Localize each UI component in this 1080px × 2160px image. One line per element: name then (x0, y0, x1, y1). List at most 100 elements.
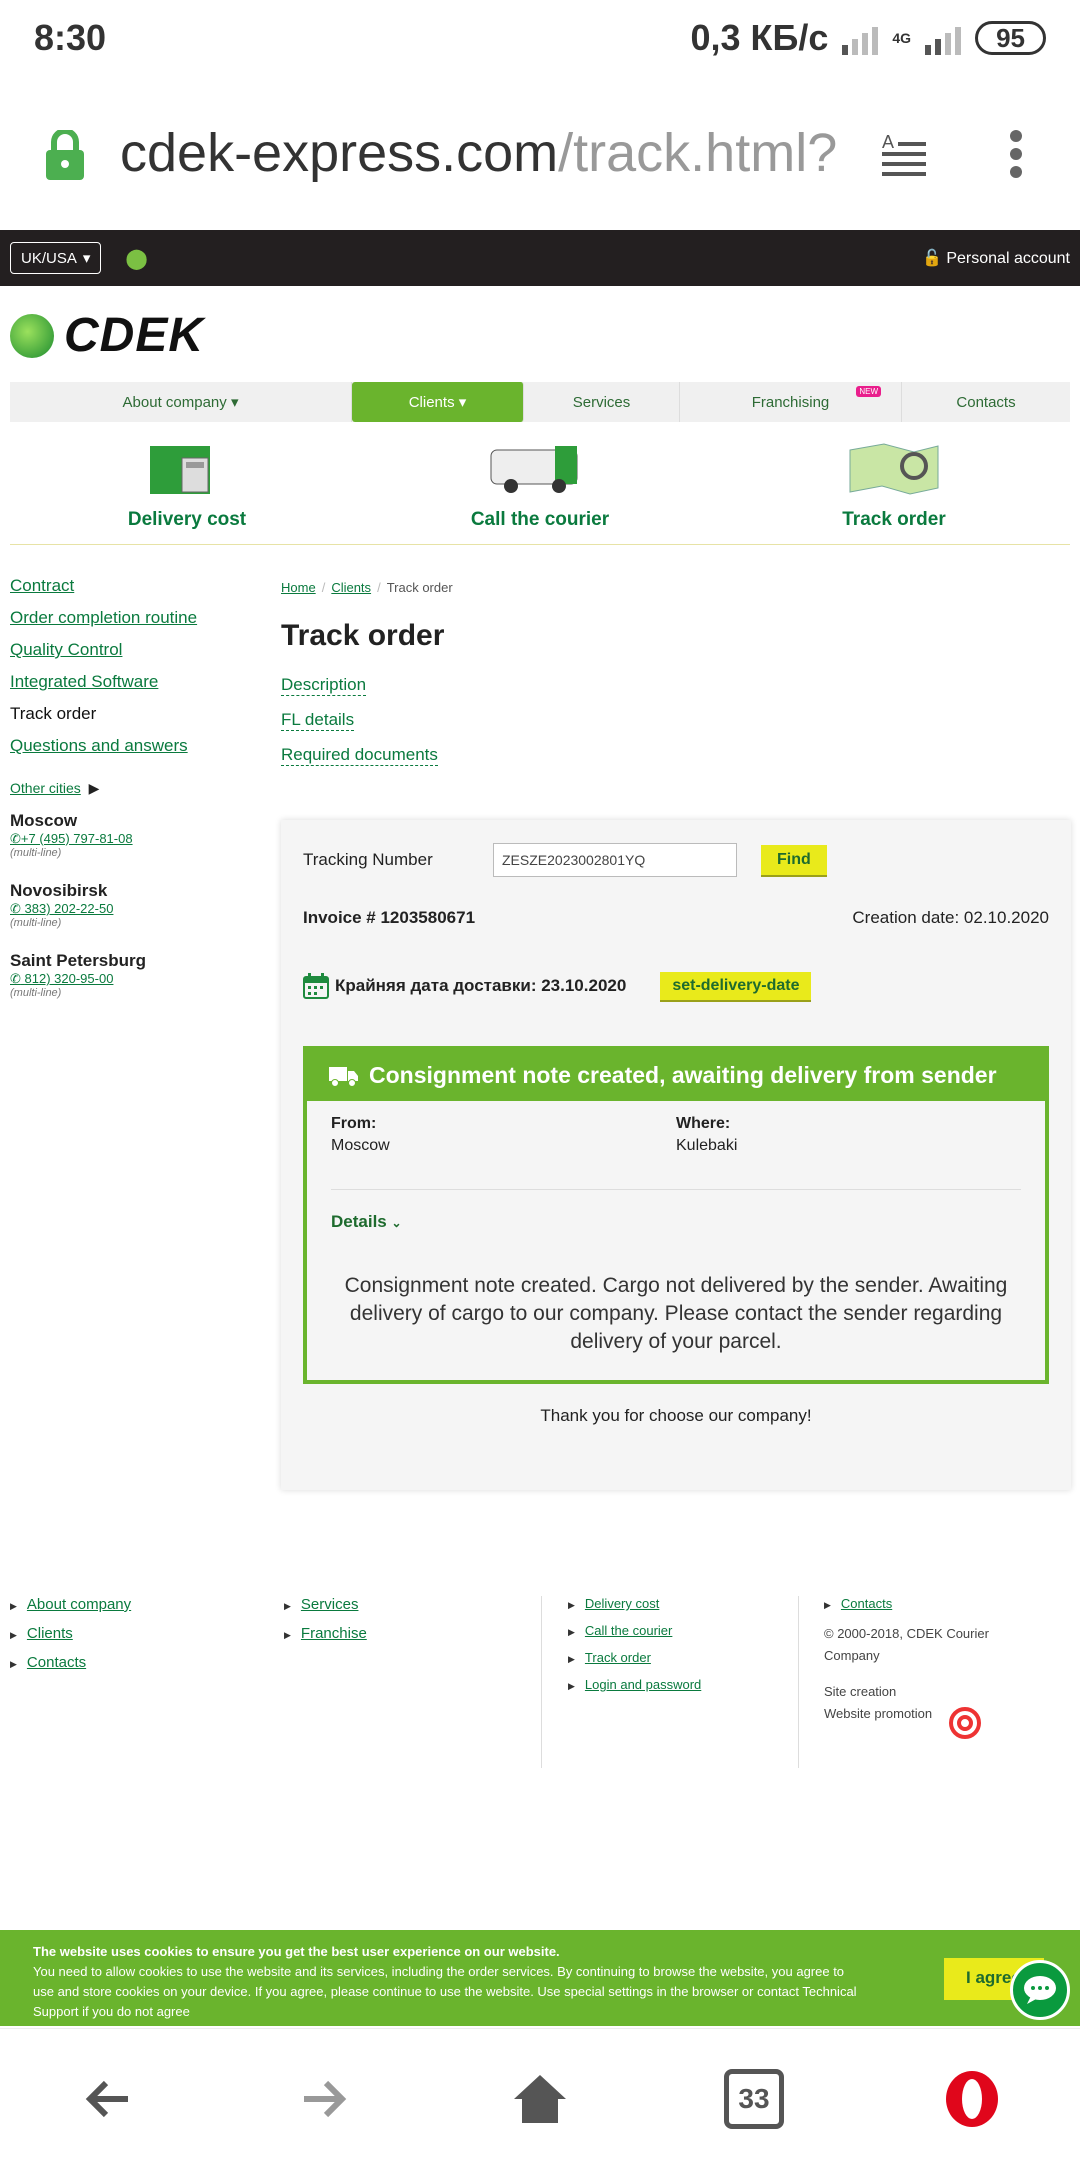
copyright: © 2000-2018, CDEK Courier Company (824, 1626, 989, 1663)
track-order-link[interactable]: Track order (842, 509, 946, 530)
opera-menu-icon[interactable] (942, 2069, 1002, 2129)
description-link[interactable]: Description (281, 675, 367, 696)
breadcrumb-home[interactable]: Home (281, 580, 316, 595)
menu-icon[interactable] (1010, 130, 1024, 178)
call-courier-link[interactable]: Call the courier (471, 509, 609, 530)
calculator-box-icon (150, 446, 210, 494)
city-phone-number: 812) 320-95-00 (24, 971, 114, 986)
tabs-button[interactable]: 33 (724, 2069, 784, 2129)
nav-franchising[interactable]: Franchising NEW (680, 382, 902, 422)
other-cities-toggle[interactable]: Other cities ▶ (10, 780, 260, 797)
footer-link-franchise[interactable]: Franchise (284, 1625, 367, 1642)
status-message: Consignment note created. Cargo not deli… (344, 1274, 1008, 1353)
logo-text: CDEK (64, 309, 205, 362)
nav-label: Services (572, 393, 631, 411)
footer-divider (541, 1596, 542, 1768)
new-badge: NEW (856, 386, 881, 397)
network-speed: 0,3 КБ/с (690, 17, 829, 58)
creation-date: Creation date: 02.10.2020 (852, 908, 1049, 927)
quick-track-order[interactable]: Track order (834, 440, 954, 531)
region-label: UK/USA (21, 249, 77, 267)
van-icon (490, 446, 578, 493)
footer-link-track-order[interactable]: Track order (568, 1650, 701, 1665)
city-note: (multi-line) (10, 917, 62, 929)
forward-arrow-icon[interactable] (294, 2069, 354, 2129)
delivery-deadline: Крайняя дата доставки: 23.10.2020 (335, 976, 627, 995)
clock: 8:30 (34, 17, 107, 58)
footer: About company Clients Contacts Services … (0, 1596, 1080, 1768)
sidebar-item-faq[interactable]: Questions and answers (10, 736, 260, 756)
footer-col-2: Services Franchise (284, 1596, 367, 1654)
divider (10, 544, 1070, 545)
footer-link-delivery-cost[interactable]: Delivery cost (568, 1596, 701, 1611)
tracking-number-input[interactable] (493, 843, 737, 877)
browser-bottom-bar: 33 (0, 2028, 1080, 2160)
sidebar-item-contract[interactable]: Contract (10, 576, 260, 596)
set-delivery-date-button[interactable]: set-delivery-date (660, 972, 812, 1000)
browser-address-bar[interactable]: cdek-express.com/track.html? A (0, 100, 1080, 210)
back-arrow-icon[interactable] (78, 2069, 138, 2129)
cookie-title: The website uses cookies to ensure you g… (33, 1944, 560, 1959)
details-toggle[interactable]: Details ⌄ (331, 1212, 1021, 1232)
developer-logo-icon[interactable] (948, 1706, 982, 1740)
breadcrumb-clients[interactable]: Clients (331, 580, 371, 595)
logo-ball-icon (10, 313, 54, 358)
sidebar-item-integrated-software[interactable]: Integrated Software (10, 672, 260, 692)
footer-link-about[interactable]: About company (10, 1596, 131, 1613)
nav-label: Franchising (751, 393, 830, 411)
map-magnifier-icon (849, 443, 939, 495)
tracking-number-label: Tracking Number (303, 850, 433, 869)
chat-button[interactable] (1010, 1960, 1070, 2020)
region-selector[interactable]: UK/USA ▾ (10, 242, 102, 274)
city-phone[interactable]: ✆ 383) 202-22-50 (10, 901, 260, 917)
nav-services[interactable]: Services (524, 382, 680, 422)
footer-link-call-courier[interactable]: Call the courier (568, 1623, 701, 1638)
breadcrumb-current: Track order (386, 580, 453, 595)
url-text[interactable]: cdek-express.com/track.html? (120, 122, 837, 184)
from-city: Moscow (331, 1137, 390, 1154)
nav-contacts[interactable]: Contacts (902, 382, 1070, 422)
footer-link-services[interactable]: Services (284, 1596, 367, 1613)
required-documents-link[interactable]: Required documents (281, 745, 438, 766)
city-name: Moscow (10, 811, 78, 830)
city-phone[interactable]: ✆ 812) 320-95-00 (10, 971, 260, 987)
city-phone[interactable]: ✆+7 (495) 797-81-08 (10, 831, 260, 847)
chevron-down-icon: ⌄ (391, 1216, 402, 1230)
footer-link-contacts[interactable]: Contacts (10, 1654, 131, 1671)
status-bar: 8:30 0,3 КБ/с 4G 95 (0, 0, 1080, 76)
personal-account-label: Personal account (946, 250, 1070, 267)
info-links: Description FL details Required document… (281, 675, 1071, 780)
quick-call-courier[interactable]: Call the courier (460, 440, 620, 531)
city-phone-number: +7 (495) 797-81-08 (20, 831, 133, 846)
cdek-logo[interactable]: CDEK (10, 308, 204, 363)
lock-icon (46, 130, 84, 180)
footer-link-clients[interactable]: Clients (10, 1625, 131, 1642)
caret-down-icon: ▾ (230, 394, 239, 411)
footer-divider (798, 1596, 799, 1768)
url-domain: cdek-express.com (120, 123, 559, 183)
where-label: Where: (676, 1115, 731, 1132)
footer-link-login[interactable]: Login and password (568, 1677, 701, 1692)
network-type: 4G (892, 30, 912, 46)
home-icon[interactable] (510, 2069, 570, 2129)
nav-about-company[interactable]: About company ▾ (10, 382, 352, 422)
find-button[interactable]: Find (761, 845, 827, 875)
signal-icon (842, 21, 879, 55)
sidebar-item-track-order[interactable]: Track order (10, 704, 260, 724)
location-pin-icon[interactable]: ⬤ (125, 246, 147, 271)
url-path: /track.html? (558, 123, 838, 183)
other-cities-label: Other cities (10, 780, 81, 796)
footer-col-1: About company Clients Contacts (10, 1596, 131, 1683)
personal-account-link[interactable]: 🔓 Personal account (922, 248, 1070, 268)
footer-link-contacts-2[interactable]: Contacts (824, 1596, 1004, 1611)
sidebar-item-quality-control[interactable]: Quality Control (10, 640, 260, 660)
city-block: Moscow ✆+7 (495) 797-81-08 (multi-line) (10, 811, 260, 859)
delivery-cost-link[interactable]: Delivery cost (128, 509, 246, 530)
fl-details-link[interactable]: FL details (281, 710, 355, 731)
sidebar-item-order-routine[interactable]: Order completion routine (10, 608, 260, 628)
reader-mode-icon[interactable]: A (880, 130, 928, 178)
nav-clients[interactable]: Clients ▾ (352, 382, 524, 422)
quick-delivery-cost[interactable]: Delivery cost (112, 440, 262, 531)
from-label: From: (331, 1115, 377, 1132)
signal-icon-2 (925, 21, 962, 55)
